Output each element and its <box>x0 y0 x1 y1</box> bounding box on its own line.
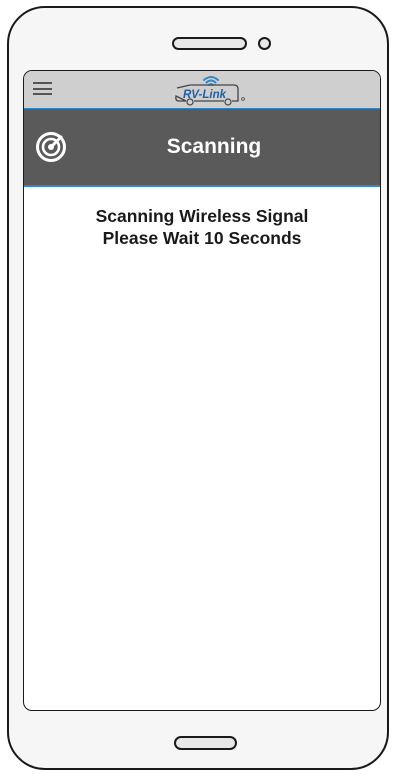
message-line-1: Scanning Wireless Signal <box>95 206 309 226</box>
message-suffix: Seconds <box>228 228 302 248</box>
wifi-icon <box>203 76 219 86</box>
phone-speaker <box>172 37 247 50</box>
phone-home-button[interactable] <box>174 736 237 750</box>
page-title: Scanning <box>166 135 262 158</box>
scanning-message: Scanning Wireless Signal Please Wait 10 … <box>24 205 380 249</box>
message-line-2: Please Wait 10 Seconds <box>24 227 380 249</box>
message-prefix: Please Wait <box>102 228 200 248</box>
rv-link-logo: RV-Link <box>170 71 252 107</box>
hamburger-menu-icon[interactable] <box>33 82 52 96</box>
title-bar: Scanning <box>24 109 380 187</box>
logo-text: RV-Link <box>183 89 227 101</box>
app-bar: RV-Link <box>24 71 380 109</box>
countdown-seconds: 10 <box>204 228 224 248</box>
phone-camera <box>258 37 271 50</box>
app-screen: RV-Link Scanning Scanning Wireless Signa… <box>23 70 381 711</box>
